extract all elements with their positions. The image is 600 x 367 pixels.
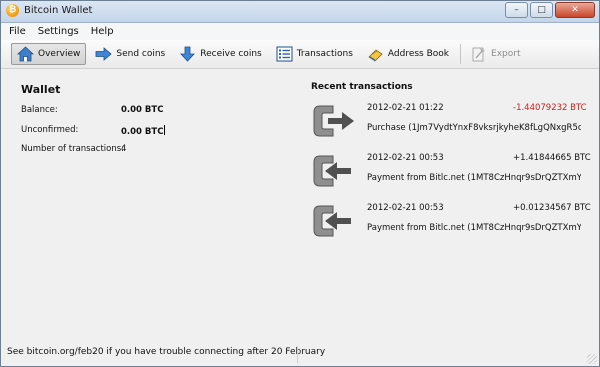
send-coins-button[interactable]: Send coins [90, 43, 170, 65]
menu-bar: File Settings Help [1, 23, 599, 40]
menu-help[interactable]: Help [85, 26, 120, 37]
toolbar: Overview Send coins Receive coins Transa… [1, 40, 599, 69]
address-book-label: Address Book [387, 49, 450, 59]
window-title: Bitcoin Wallet [24, 5, 93, 16]
transaction-description: Payment from Bitlc.net (1MT8CzHnqr9sDrQZ… [367, 223, 581, 233]
window-controls: – □ ✕ [503, 2, 595, 19]
transaction-item[interactable]: 2012-02-21 00:53 +0.01234567 BTC Payment… [311, 201, 599, 245]
list-icon [276, 46, 293, 62]
export-button[interactable]: Export [465, 43, 525, 65]
num-transactions-label: Number of transactions: [21, 144, 125, 154]
transaction-amount: +1.41844665 BTC [513, 153, 591, 163]
receive-arrow-icon [180, 46, 196, 62]
balance-label: Balance: [21, 105, 58, 115]
title-bar[interactable]: ₿ Bitcoin Wallet – □ ✕ [1, 1, 599, 23]
unconfirmed-label: Unconfirmed: [21, 125, 79, 135]
transaction-amount: +0.01234567 BTC [513, 203, 591, 213]
unconfirmed-amount: 0.00 BTC [121, 127, 164, 137]
status-message: See bitcoin.org/feb20 if you have troubl… [7, 347, 326, 357]
transactions-label: Transactions [296, 49, 353, 59]
balance-value: 0.00 BTC [121, 105, 164, 115]
status-bar: See bitcoin.org/feb20 if you have troubl… [1, 344, 599, 366]
minimize-button[interactable]: – [505, 2, 528, 18]
receive-coins-button[interactable]: Receive coins [174, 43, 266, 65]
wallet-heading: Wallet [21, 83, 61, 96]
resize-grip-icon[interactable] [587, 354, 597, 364]
recent-transactions-heading: Recent transactions [311, 82, 413, 92]
toolbar-separator [460, 44, 462, 64]
num-transactions-value: 4 [121, 144, 127, 154]
transaction-date: 2012-02-21 01:22 [367, 103, 444, 113]
transaction-date: 2012-02-21 00:53 [367, 153, 444, 163]
app-window: ₿ Bitcoin Wallet – □ ✕ File Settings Hel… [0, 0, 600, 367]
text-cursor [164, 125, 166, 135]
receive-coins-label: Receive coins [200, 49, 262, 59]
menu-file[interactable]: File [1, 26, 32, 37]
home-icon [17, 46, 34, 62]
transaction-item[interactable]: 2012-02-21 01:22 -1.44079232 BTC Purchas… [311, 101, 599, 145]
address-book-button[interactable]: Address Book [362, 43, 454, 65]
address-book-icon [368, 49, 383, 62]
transaction-description: Purchase (1Jm7VydtYnxF8vksrjkyheK8fLgQNx… [367, 123, 581, 133]
transaction-item[interactable]: 2012-02-21 00:53 +1.41844665 BTC Payment… [311, 151, 599, 195]
send-transaction-icon [313, 105, 354, 137]
send-coins-label: Send coins [116, 49, 166, 59]
status-separator [297, 346, 298, 363]
send-arrow-icon [95, 47, 112, 61]
menu-settings[interactable]: Settings [32, 26, 85, 37]
transactions-button[interactable]: Transactions [271, 43, 358, 65]
export-icon [472, 47, 486, 62]
transaction-amount: -1.44079232 BTC [513, 103, 587, 113]
transaction-description: Payment from Bitlc.net (1MT8CzHnqr9sDrQZ… [367, 173, 581, 183]
export-label: Export [491, 49, 521, 59]
close-button[interactable]: ✕ [555, 2, 595, 18]
bitcoin-logo-icon: ₿ [6, 4, 19, 17]
maximize-button[interactable]: □ [530, 2, 553, 18]
receive-transaction-icon [313, 205, 351, 237]
overview-page: Wallet Balance: 0.00 BTC Unconfirmed: 0.… [2, 69, 598, 344]
overview-label: Overview [38, 49, 81, 59]
overview-button[interactable]: Overview [11, 43, 87, 65]
receive-transaction-icon [313, 155, 351, 187]
transaction-date: 2012-02-21 00:53 [367, 203, 444, 213]
unconfirmed-value: 0.00 BTC [121, 125, 166, 137]
